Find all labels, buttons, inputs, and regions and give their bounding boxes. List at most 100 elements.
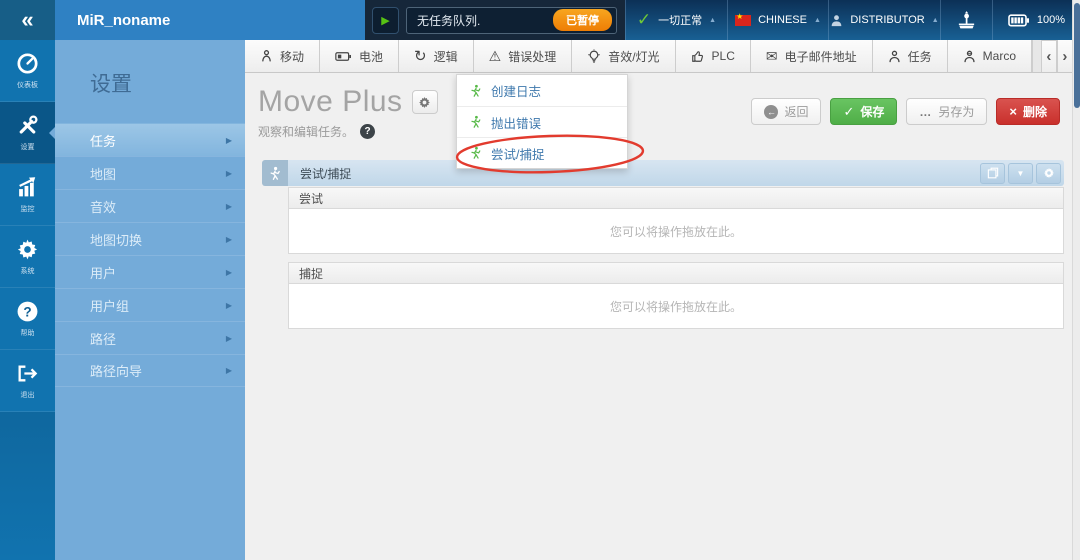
sign-out-icon (16, 362, 39, 386)
tabs-prev-button[interactable]: ‹ (1041, 40, 1057, 72)
running-person-icon (469, 146, 482, 160)
error-handling-dropdown: 创建日志 抛出错误 尝试/捕捉 (456, 74, 628, 169)
help-icon[interactable]: ? (360, 124, 375, 139)
settings-item-sounds[interactable]: 音效 ▶ (55, 189, 245, 222)
settings-item-path-guides[interactable]: 路径向导 ▶ (55, 354, 245, 387)
block-body: 尝试 您可以将操作拖放在此。 捕捉 您可以将操作拖放在此。 (288, 186, 1064, 329)
svg-text:?: ? (23, 304, 31, 319)
page-title: Move Plus (258, 85, 403, 119)
person-icon (963, 50, 976, 63)
ellipsis-icon: … (919, 105, 932, 119)
menu-item-label: 用户组 (90, 296, 129, 315)
page-scrollbar[interactable] (1072, 0, 1080, 560)
queue-text: 无任务队列. (417, 12, 480, 29)
drop-placeholder: 您可以将操作拖放在此。 (610, 223, 742, 240)
mission-settings-button[interactable] (412, 90, 438, 114)
tab-email[interactable]: ✉ 电子邮件地址 (751, 40, 873, 72)
tab-label: 电池 (359, 48, 383, 65)
play-icon: ▶ (381, 14, 389, 27)
sidebar-item-monitoring[interactable]: 监控 (0, 164, 55, 226)
user-menu[interactable]: DISTRIBUTOR ▲ (828, 0, 940, 40)
delete-button[interactable]: × 删除 (996, 98, 1060, 125)
icon-sidebar: 仪表板 设置 监控 系统 ? 帮助 退出 (0, 40, 55, 560)
tab-error-handling[interactable]: ⚠ 错误处理 (474, 40, 573, 72)
chevron-right-icon: ▶ (226, 169, 232, 178)
queue-area: ▶ 无任务队列. 已暂停 (365, 0, 625, 40)
menu-item-label: 音效 (90, 197, 116, 216)
back-button[interactable]: ← 返回 (751, 98, 821, 125)
catch-drop-zone[interactable]: 您可以将操作拖放在此。 (289, 284, 1063, 328)
check-icon: ✓ (637, 10, 651, 30)
sidebar-item-label: 退出 (21, 390, 35, 400)
tabs-next-button[interactable]: › (1057, 40, 1072, 72)
sidebar-item-system[interactable]: 系统 (0, 226, 55, 288)
try-section: 尝试 您可以将操作拖放在此。 (288, 187, 1064, 254)
envelope-icon: ✉ (766, 48, 778, 65)
scrollbar-thumb[interactable] (1074, 3, 1080, 108)
dropdown-item-create-log[interactable]: 创建日志 (457, 75, 627, 106)
dropdown-item-throw-error[interactable]: 抛出错误 (457, 106, 627, 137)
drop-placeholder: 您可以将操作拖放在此。 (610, 298, 742, 315)
tab-missions[interactable]: 任务 (873, 40, 948, 72)
tab-marco[interactable]: Marco (948, 40, 1032, 72)
settings-item-user-groups[interactable]: 用户组 ▶ (55, 288, 245, 321)
paused-badge: 已暂停 (553, 9, 612, 31)
sidebar-item-dashboard[interactable]: 仪表板 (0, 40, 55, 102)
action-toolbar: 移动 电池 ↻ 逻辑 ⚠ 错误处理 音效/灯光 PLC (245, 40, 1072, 73)
gear-icon (418, 96, 431, 109)
language-menu[interactable]: ★ CHINESE ▲ (727, 0, 828, 40)
battery-icon (1008, 14, 1030, 27)
delete-label: 删除 (1023, 103, 1047, 120)
collapse-block-button[interactable]: ▼ (1008, 163, 1033, 184)
page-header: Move Plus 观察和编辑任务。 ? ← 返回 ✓ 保存 (245, 73, 1072, 160)
sidebar-item-label: 设置 (21, 142, 35, 152)
settings-panel: 设置 任务 ▶ 地图 ▶ 音效 ▶ 地图切换 ▶ 用户 ▶ 用户组 ▶ 路径 ▶ (55, 40, 245, 560)
person-icon (888, 50, 901, 63)
menu-item-label: 地图 (90, 164, 116, 183)
duplicate-button[interactable] (980, 163, 1005, 184)
dropdown-item-try-catch[interactable]: 尝试/捕捉 (457, 137, 627, 168)
save-as-button[interactable]: … 另存为 (906, 98, 987, 125)
try-drop-zone[interactable]: 您可以将操作拖放在此。 (289, 209, 1063, 253)
settings-item-users[interactable]: 用户 ▶ (55, 255, 245, 288)
settings-item-paths[interactable]: 路径 ▶ (55, 321, 245, 354)
settings-item-map-transitions[interactable]: 地图切换 ▶ (55, 222, 245, 255)
sidebar-item-signout[interactable]: 退出 (0, 350, 55, 412)
settings-item-maps[interactable]: 地图 ▶ (55, 156, 245, 189)
save-button[interactable]: ✓ 保存 (830, 98, 897, 125)
menu-item-label: 地图切换 (90, 230, 142, 249)
status-ok-menu[interactable]: ✓ 一切正常 ▲ (625, 0, 727, 40)
back-label: 返回 (784, 103, 808, 120)
tab-battery[interactable]: 电池 (320, 40, 399, 72)
copy-icon (987, 167, 999, 179)
caret-up-icon: ▲ (709, 17, 716, 24)
check-icon: ✓ (843, 104, 854, 120)
sidebar-collapse-button[interactable]: « (0, 0, 55, 40)
tab-label: 电子邮件地址 (785, 48, 857, 65)
play-button[interactable]: ▶ (372, 7, 399, 34)
block-header[interactable]: 尝试/捕捉 ▼ (262, 160, 1064, 186)
user-icon (830, 14, 843, 27)
tab-label: 任务 (908, 48, 932, 65)
tab-sound-light[interactable]: 音效/灯光 (572, 40, 675, 72)
tab-plc[interactable]: PLC (676, 40, 751, 72)
sidebar-item-setup[interactable]: 设置 (0, 102, 55, 164)
tab-move[interactable]: 移动 (245, 40, 320, 72)
caret-up-icon: ▲ (814, 17, 821, 24)
chevron-right-icon: ▶ (226, 366, 232, 375)
menu-item-label: 任务 (90, 131, 116, 150)
toolbar-spacer (1032, 40, 1033, 72)
sidebar-item-help[interactable]: ? 帮助 (0, 288, 55, 350)
joystick-button[interactable] (940, 0, 992, 40)
block-settings-button[interactable] (1036, 163, 1061, 184)
chevron-right-icon: ▶ (226, 301, 232, 310)
block-buttons: ▼ (980, 163, 1061, 184)
tab-label: 音效/灯光 (608, 48, 659, 65)
settings-item-missions[interactable]: 任务 ▶ (55, 123, 245, 156)
menu-item-label: 路径向导 (90, 361, 142, 380)
tab-logic[interactable]: ↻ 逻辑 (399, 40, 474, 72)
save-label: 保存 (860, 103, 884, 120)
top-bar: « MiR_noname ▶ 无任务队列. 已暂停 ✓ 一切正常 ▲ ★ CHI… (0, 0, 1080, 40)
battery-status[interactable]: 100% (992, 0, 1080, 40)
save-as-label: 另存为 (938, 103, 974, 120)
